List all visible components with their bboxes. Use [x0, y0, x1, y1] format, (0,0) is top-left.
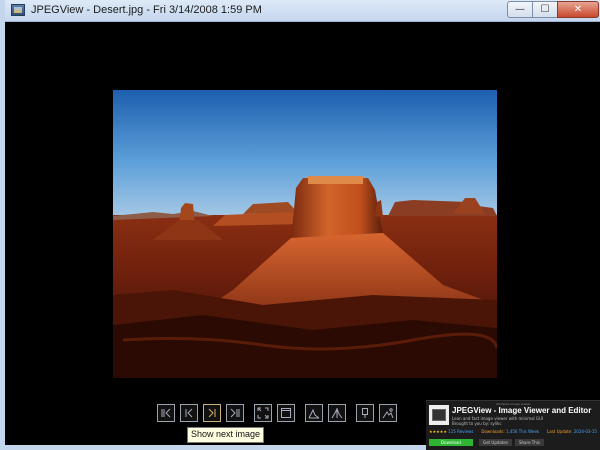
fit-to-screen-icon: [257, 407, 269, 419]
downloads-label: Downloads:: [481, 429, 505, 434]
download-button[interactable]: Download: [429, 439, 473, 446]
ad-title[interactable]: JPEGView - Image Viewer and Editor: [452, 406, 591, 415]
ad-updated: Last Update: 2024-03-15: [547, 429, 597, 434]
downloads-value: 1,456 This Week: [505, 429, 540, 434]
first-image-icon: [161, 408, 171, 418]
close-button[interactable]: ✕: [557, 1, 599, 18]
ad-subtitle-2: Brought to you by: sylikc: [452, 421, 502, 426]
image-viewport[interactable]: [10, 22, 600, 445]
navigation-toolbar: [157, 404, 402, 424]
fit-to-screen-button[interactable]: [254, 404, 272, 422]
histogram-icon: [308, 408, 320, 419]
ad-stats: ★★★★★ 115 Reviews Downloads: 1,456 This …: [429, 429, 597, 434]
window-controls: — ☐ ✕: [507, 1, 599, 18]
share-button[interactable]: Share This: [514, 439, 544, 446]
next-image-button[interactable]: [203, 404, 221, 422]
desert-landscape-image: [113, 90, 497, 378]
last-image-button[interactable]: [226, 404, 244, 422]
rating-stars-icon: ★★★★★: [429, 429, 447, 434]
app-window: JPEGView - Desert.jpg - Fri 3/14/2008 1:…: [0, 0, 600, 450]
histogram-alt-button[interactable]: [328, 404, 346, 422]
ad-downloads: Downloads: 1,456 This Week: [481, 429, 539, 434]
desert-photo[interactable]: [113, 90, 497, 378]
window-mode-button[interactable]: [277, 404, 295, 422]
updated-label: Last Update:: [547, 429, 573, 434]
window-title: JPEGView - Desert.jpg - Fri 3/14/2008 1:…: [31, 4, 262, 16]
next-image-tooltip: Show next image: [187, 427, 265, 443]
maximize-button[interactable]: ☐: [532, 1, 558, 18]
ad-rating: ★★★★★ 115 Reviews: [429, 429, 473, 434]
previous-image-button[interactable]: [180, 404, 198, 422]
updated-value: 2024-03-15: [573, 429, 597, 434]
keep-params-icon: [362, 408, 368, 418]
previous-image-icon: [185, 408, 193, 418]
histogram-button[interactable]: [305, 404, 323, 422]
first-image-button[interactable]: [157, 404, 175, 422]
minimize-button[interactable]: —: [507, 1, 533, 18]
next-image-icon: [208, 408, 216, 418]
promo-banner[interactable]: Windows image viewer JPEGView - Image Vi…: [426, 400, 600, 450]
landscape-enhance-button[interactable]: [379, 404, 397, 422]
title-bar[interactable]: JPEGView - Desert.jpg - Fri 3/14/2008 1:…: [5, 0, 600, 22]
last-image-icon: [230, 408, 240, 418]
window-mode-icon: [281, 408, 291, 418]
get-updates-button[interactable]: Get Updates: [479, 439, 512, 446]
app-icon[interactable]: [11, 4, 25, 16]
landscape-enhance-icon: [382, 408, 394, 419]
ad-buttons: Download Get Updates Share This: [429, 439, 547, 446]
ad-reviews[interactable]: 115 Reviews: [448, 429, 473, 434]
keep-params-button[interactable]: [356, 404, 374, 422]
histogram-alt-icon: [331, 407, 343, 419]
ad-logo-icon: [429, 405, 449, 425]
